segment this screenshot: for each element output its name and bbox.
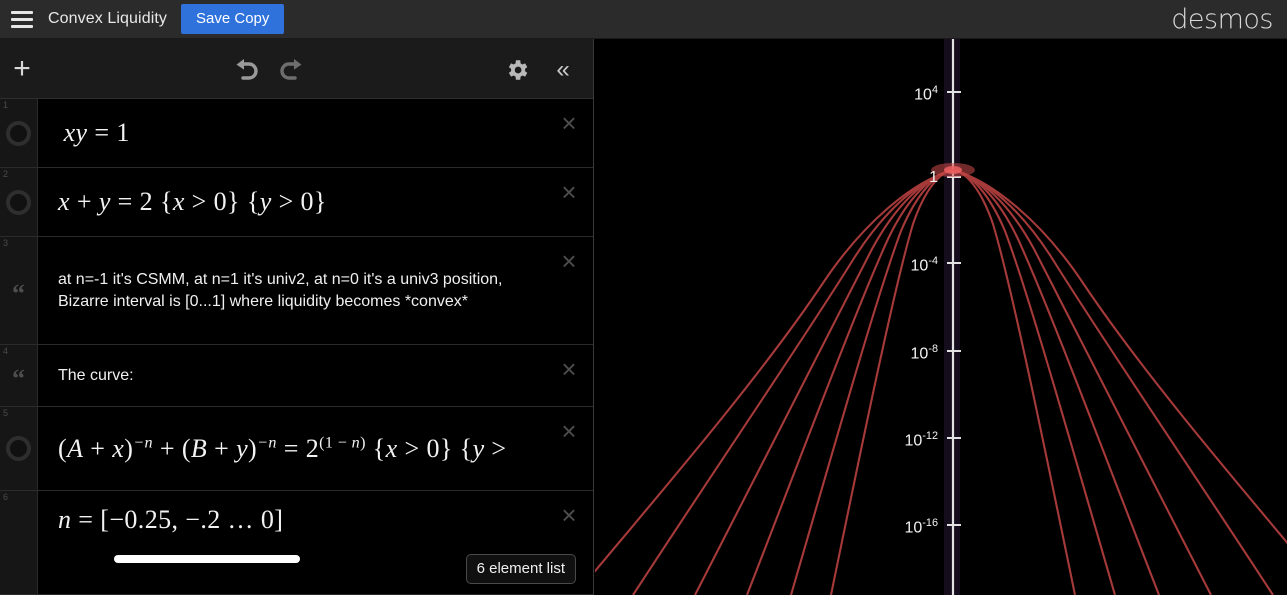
desmos-app: Convex Liquidity Save Copy desmos + « 1 … <box>0 0 1287 595</box>
note-text: at n=-1 it's CSMM, at n=1 it's univ2, at… <box>58 270 503 310</box>
expression-content[interactable]: x + y = 2 {x > 0} {y > 0} × <box>38 168 593 236</box>
curve-right-1 <box>952 168 1077 595</box>
delete-expression-icon[interactable]: × <box>556 356 582 383</box>
row-gutter: 6 <box>0 491 38 594</box>
row-index: 1 <box>3 100 9 110</box>
expression-row-1[interactable]: 1 xy = 1 × <box>0 99 593 168</box>
note-row-4[interactable]: 4 “ The curve: × <box>0 345 593 407</box>
row-gutter: 4 “ <box>0 345 38 406</box>
delete-expression-icon[interactable]: × <box>556 110 582 137</box>
row-index: 2 <box>3 169 9 179</box>
curve-right-6 <box>952 168 1287 545</box>
curve-family <box>595 168 1287 595</box>
note-row-3[interactable]: 3 “ at n=-1 it's CSMM, at n=1 it's univ2… <box>0 237 593 345</box>
save-copy-button[interactable]: Save Copy <box>181 4 285 34</box>
delete-expression-icon[interactable]: × <box>556 179 582 206</box>
expression-row-2[interactable]: 2 x + y = 2 {x > 0} {y > 0} × <box>0 168 593 237</box>
curve-right-5 <box>952 168 1274 595</box>
redo-icon[interactable] <box>274 53 310 87</box>
expression-row-6[interactable]: 6 n = [−0.25, −.2 … 0] 6 element list × <box>0 491 593 595</box>
expression-content[interactable]: xy = 1 × <box>38 99 593 167</box>
math-expression: n = [−0.25, −.2 … 0] <box>58 505 284 534</box>
slider-container[interactable] <box>58 551 300 567</box>
row-index: 4 <box>3 346 9 356</box>
undo-icon[interactable] <box>228 53 264 87</box>
plot-toggle-circle[interactable] <box>6 189 31 215</box>
delete-expression-icon[interactable]: × <box>556 248 582 275</box>
expression-toolbar: + « <box>0 39 593 99</box>
row-index: 3 <box>3 238 9 248</box>
curve-right-4 <box>952 168 1212 595</box>
hamburger-icon[interactable] <box>0 0 44 39</box>
parameter-slider[interactable] <box>114 555 300 563</box>
row-gutter: 1 <box>0 99 38 167</box>
row-index: 6 <box>3 492 9 502</box>
note-content[interactable]: at n=-1 it's CSMM, at n=1 it's univ2, at… <box>38 237 593 344</box>
expression-panel: + « 1 xy = 1 × 2 x + y = 2 {x > 0} {y > … <box>0 39 594 595</box>
add-expression-button[interactable]: + <box>0 39 44 99</box>
row-index: 5 <box>3 408 9 418</box>
gear-icon[interactable] <box>500 53 534 87</box>
math-expression: xy = 1 <box>63 118 130 147</box>
graph-plot <box>595 39 1287 595</box>
apex-core <box>944 166 962 174</box>
plot-toggle-circle[interactable] <box>6 120 31 146</box>
delete-expression-icon[interactable]: × <box>556 502 582 529</box>
math-expression: (A + x)−n + (B + y)−n = 2(1 − n) {x > 0}… <box>58 433 507 463</box>
row-gutter: 5 <box>0 407 38 490</box>
y-tick-label-1: 1 <box>929 169 938 186</box>
app-header: Convex Liquidity Save Copy desmos <box>0 0 1287 39</box>
row-gutter: 2 <box>0 168 38 236</box>
note-text: The curve: <box>58 367 134 384</box>
y-tick-label-1e-12: 10-12 <box>904 430 938 450</box>
graph-canvas[interactable]: 104 1 10-4 10-8 10-12 10-16 <box>595 39 1287 595</box>
desmos-logo: desmos <box>1171 4 1273 35</box>
document-title: Convex Liquidity <box>48 10 167 27</box>
expression-content[interactable]: (A + x)−n + (B + y)−n = 2(1 − n) {x > 0}… <box>38 407 593 490</box>
math-expression: x + y = 2 {x > 0} {y > 0} <box>58 187 327 216</box>
plot-toggle-circle[interactable] <box>6 436 31 461</box>
expression-row-5[interactable]: 5 (A + x)−n + (B + y)−n = 2(1 − n) {x > … <box>0 407 593 491</box>
row-gutter: 3 “ <box>0 237 38 344</box>
chevron-double-left-icon[interactable]: « <box>546 53 580 87</box>
list-size-badge: 6 element list <box>465 554 576 584</box>
expression-list: 1 xy = 1 × 2 x + y = 2 {x > 0} {y > 0} × <box>0 99 593 595</box>
y-tick-label-1e-8: 10-8 <box>910 343 938 363</box>
y-tick-label-1e-16: 10-16 <box>904 517 938 537</box>
y-tick-label-1e-4: 10-4 <box>910 255 938 275</box>
delete-expression-icon[interactable]: × <box>556 418 582 445</box>
note-content[interactable]: The curve: × <box>38 345 593 407</box>
curve-right-3 <box>952 168 1160 595</box>
y-tick-label-1e4: 104 <box>914 84 938 104</box>
expression-content[interactable]: n = [−0.25, −.2 … 0] 6 element list × <box>38 491 593 594</box>
